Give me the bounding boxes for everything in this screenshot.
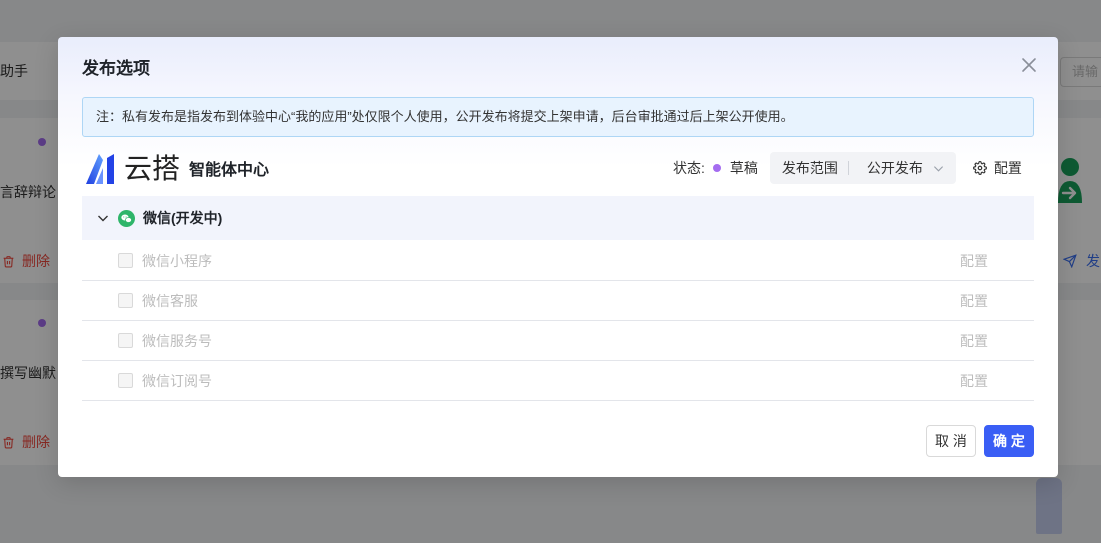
chevron-down-icon (933, 165, 943, 172)
channel-row: 微信客服 配置 (82, 281, 1034, 321)
channel-label: 微信客服 (142, 293, 198, 309)
channel-group-title: 微信(开发中) (143, 210, 223, 226)
status-value: 草稿 (729, 160, 758, 176)
gear-icon (972, 161, 987, 175)
channel-checkbox[interactable] (118, 333, 133, 348)
confirm-button[interactable]: 确 定 (984, 425, 1034, 457)
channel-config-link[interactable]: 配置 (960, 371, 988, 391)
publish-scope-value: 公开发布 (866, 160, 923, 176)
yunda-logo-icon (86, 154, 114, 184)
channel-label: 微信订阅号 (142, 373, 212, 389)
channel-checkbox[interactable] (118, 253, 133, 268)
publish-scope-label: 发布范围 (781, 160, 838, 176)
channel-checkbox[interactable] (118, 373, 133, 388)
wechat-icon (118, 209, 135, 227)
cancel-button[interactable]: 取 消 (926, 425, 976, 457)
brand-name: 云搭 (124, 153, 181, 184)
close-button[interactable] (1020, 56, 1038, 74)
channel-label: 微信服务号 (142, 333, 212, 349)
channel-row: 微信服务号 配置 (82, 321, 1034, 361)
channel-row: 微信订阅号 配置 (82, 361, 1034, 401)
channel-config-link[interactable]: 配置 (960, 291, 988, 311)
chevron-down-icon (98, 215, 108, 222)
notice-banner: 注：私有发布是指发布到体验中心“我的应用”处仅限个人使用，公开发布将提交上架申请… (82, 97, 1034, 137)
config-label: 配置 (993, 160, 1022, 176)
channel-config-link[interactable]: 配置 (960, 251, 988, 271)
status-label: 状态: (673, 160, 705, 176)
brand-logo: 云搭 智能体中心 (86, 151, 269, 187)
channel-row: 微信小程序 配置 (82, 241, 1034, 281)
status-dot (712, 164, 721, 172)
publish-scope-select[interactable]: 发布范围 公开发布 (769, 152, 956, 184)
config-button[interactable]: 配置 (972, 158, 1022, 178)
publish-options-dialog: 发布选项 注：私有发布是指发布到体验中心“我的应用”处仅限个人使用，公开发布将提… (58, 37, 1058, 477)
brand-subtitle: 智能体中心 (189, 162, 270, 179)
dialog-title: 发布选项 (82, 59, 150, 78)
notice-text: 注：私有发布是指发布到体验中心“我的应用”处仅限个人使用，公开发布将提交上架申请… (96, 109, 794, 124)
close-icon (1022, 58, 1036, 72)
publish-toolbar: 状态: 草稿 发布范围 公开发布 配置 (673, 152, 1022, 184)
scope-divider (847, 161, 849, 175)
channel-group-header[interactable]: 微信(开发中) (82, 196, 1034, 240)
channel-checkbox[interactable] (118, 293, 133, 308)
channel-label: 微信小程序 (142, 253, 212, 269)
channel-config-link[interactable]: 配置 (960, 331, 988, 351)
